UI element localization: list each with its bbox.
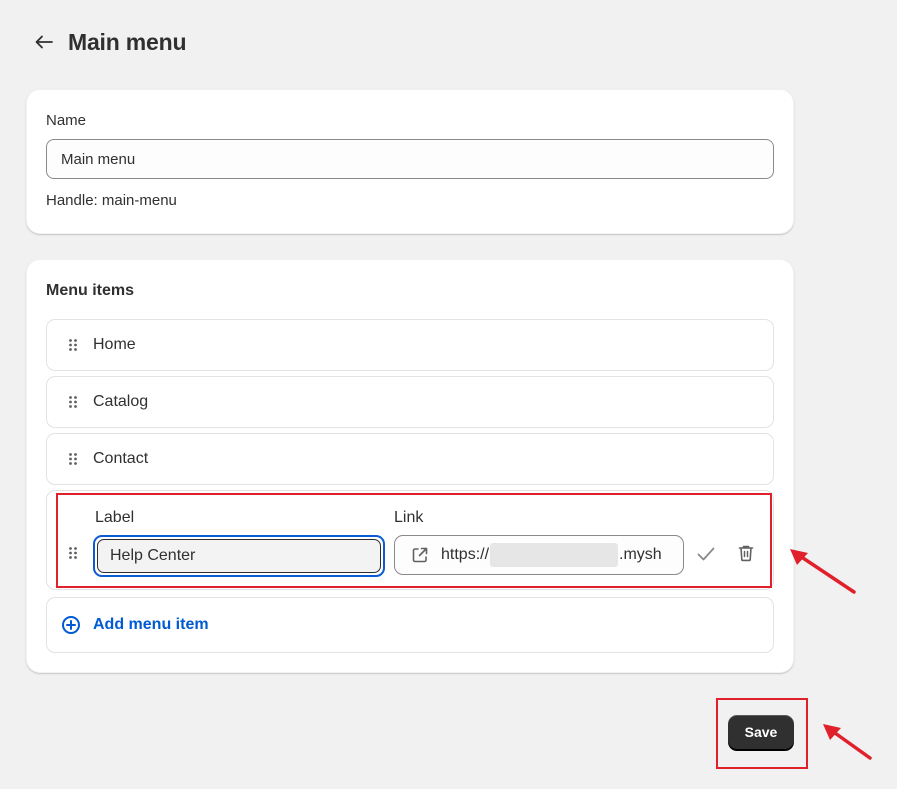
menu-item-home[interactable]: Home [46, 319, 774, 371]
link-input[interactable]: https:// .mysh [394, 535, 684, 575]
name-label: Name [46, 112, 87, 129]
menu-item-catalog[interactable]: Catalog [46, 376, 774, 428]
page-header: Main menu [32, 26, 187, 58]
delete-button[interactable] [735, 541, 757, 565]
menu-items-card: Menu items Home Catalog Contact Label Li… [26, 259, 794, 673]
checkmark-icon [697, 547, 715, 561]
drag-handle-icon[interactable] [63, 338, 83, 352]
drag-handle-icon[interactable] [63, 546, 83, 560]
redacted-domain [490, 543, 619, 567]
drag-handle-icon[interactable] [63, 452, 83, 466]
link-value: https:// .mysh [441, 543, 662, 567]
link-suffix: .mysh [619, 546, 662, 563]
external-link-icon [411, 546, 431, 564]
add-menu-item-label: Add menu item [93, 616, 209, 633]
name-card: Name Handle: main-menu [26, 89, 794, 234]
name-input[interactable] [46, 139, 774, 179]
trash-icon [738, 545, 754, 562]
menu-item-label: Contact [93, 450, 149, 467]
plus-circle-icon [61, 615, 81, 635]
save-button[interactable]: Save [728, 715, 794, 749]
label-input-focus-ring [93, 535, 385, 577]
confirm-button[interactable] [695, 542, 717, 566]
link-field-title: Link [394, 509, 424, 526]
arrow-left-icon [35, 35, 53, 49]
menu-item-label: Catalog [93, 393, 149, 410]
handle-text: Handle: main-menu [46, 192, 177, 209]
link-prefix: https:// [441, 546, 490, 563]
menu-items-title: Menu items [46, 282, 135, 299]
page-title: Main menu [68, 28, 187, 55]
drag-handle-icon[interactable] [63, 395, 83, 409]
back-button[interactable] [32, 26, 56, 58]
add-menu-item-button[interactable]: Add menu item [46, 597, 774, 653]
label-input[interactable] [97, 539, 381, 573]
menu-item-contact[interactable]: Contact [46, 433, 774, 485]
menu-item-edit-row: Label Link https:// .mysh [46, 490, 774, 590]
menu-item-label: Home [93, 336, 136, 353]
label-field-title: Label [95, 509, 135, 526]
annotation-arrow-icon [790, 549, 856, 594]
annotation-arrow-icon [823, 724, 872, 760]
